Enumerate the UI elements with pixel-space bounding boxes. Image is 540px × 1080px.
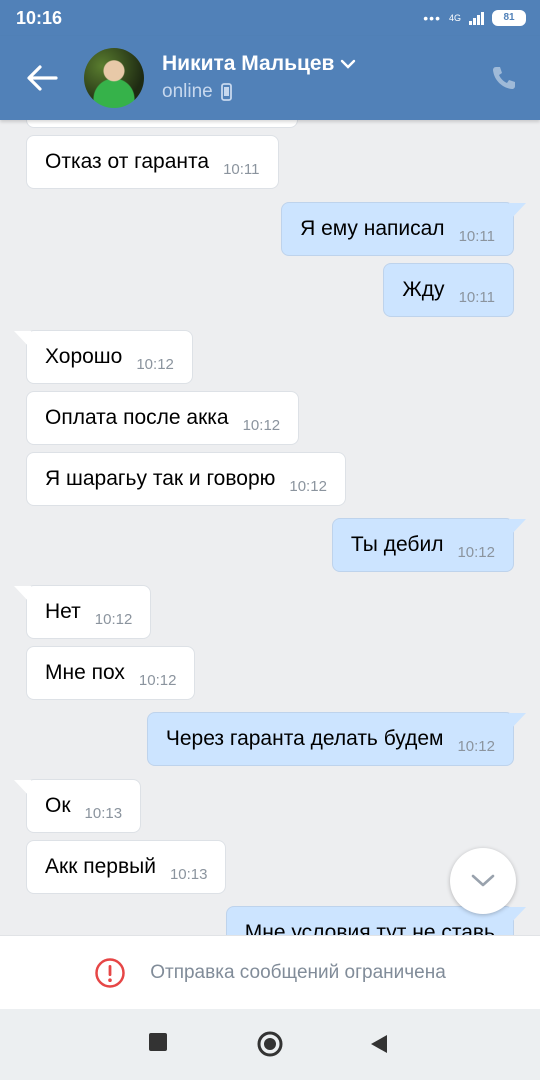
message-time: 10:12 [242, 416, 281, 434]
message-time: 10:12 [289, 477, 327, 495]
notification-dots-icon: ••• [423, 10, 441, 26]
chevron-down-icon [471, 874, 495, 887]
message-time: 10:12 [138, 671, 177, 689]
message-bubble[interactable]: Отказ от гаранта 10:11 [26, 135, 279, 189]
bubble-tail [14, 780, 31, 798]
avatar[interactable] [84, 48, 144, 108]
presence-status: online [162, 81, 232, 103]
message-bubble[interactable]: Я ему написал 10:11 [281, 202, 526, 256]
message-time: 10:13 [169, 865, 208, 883]
chat-header: Никита Мальцев online [0, 36, 540, 120]
message-bubble[interactable]: Нет 10:12 [14, 585, 152, 639]
message-time: 10:12 [94, 610, 133, 628]
message-time: 10:12 [457, 737, 495, 755]
presence-label: online [162, 81, 213, 102]
system-navigation-bar [0, 1008, 540, 1080]
mobile-device-icon [220, 83, 232, 101]
message-time: 10:11 [458, 288, 495, 306]
back-triangle-icon[interactable] [370, 1034, 388, 1054]
message-time: 10:11 [458, 227, 495, 245]
status-icons: ••• 4G 81 [423, 8, 526, 28]
message-bubble[interactable]: Ок 10:13 [14, 779, 142, 833]
message-text: Мне пох [45, 661, 125, 684]
recents-square-icon[interactable] [148, 1032, 168, 1052]
message-text: Мне условия тут не ставь [244, 921, 495, 935]
message-text: Акк первый [45, 855, 156, 878]
status-time: 10:16 [16, 8, 63, 28]
bubble-tail [14, 331, 31, 349]
home-circle-icon[interactable] [256, 1030, 284, 1058]
message-text: Я ему написал [300, 217, 445, 240]
bubble-tail [509, 203, 526, 221]
message-text: Жду [402, 278, 445, 301]
message-bubble[interactable]: Мне пох 10:12 [26, 646, 196, 700]
message-text: Оплата после акка [45, 406, 229, 429]
message-text: Ок [45, 794, 71, 817]
message-bubble[interactable]: Я шарагьу так и говорю 10:12 [26, 452, 346, 506]
contact-name[interactable]: Никита Мальцев [162, 52, 356, 76]
scroll-to-bottom-button[interactable] [450, 848, 516, 914]
bubble-tail [14, 586, 31, 604]
message-time: 10:11 [223, 160, 260, 178]
network-type: 4G [448, 12, 461, 23]
message-text: Отказ от гаранта [45, 150, 210, 173]
message-bubble[interactable]: Оплата после акка 10:12 [26, 391, 300, 445]
message-text: Через гаранта делать будем [165, 727, 444, 750]
alert-icon [95, 957, 125, 988]
message-time: 10:12 [457, 543, 495, 561]
message-time: 10:13 [84, 804, 123, 822]
restriction-notice: Отправка сообщений ограничена [150, 961, 446, 983]
chevron-down-icon [341, 59, 356, 69]
message-bubble[interactable]: Хорошо 10:12 [14, 330, 193, 384]
message-text: Хорошо [45, 345, 123, 368]
message-text: Нет [45, 600, 81, 623]
phone-call-icon[interactable] [490, 64, 518, 92]
status-bar: 10:16 ••• 4G 81 [0, 0, 540, 36]
message-list[interactable]: Отказ от гаранта 10:11 Я ему написал 10:… [0, 120, 540, 935]
bubble-tail [509, 907, 526, 925]
message-bubble[interactable]: Через гаранта делать будем 10:12 [146, 712, 526, 766]
battery-icon: 81 [492, 10, 526, 26]
bubble-tail [509, 713, 526, 731]
message-bubble-partial[interactable] [26, 120, 298, 128]
messaging-restricted-bar: Отправка сообщений ограничена [0, 935, 540, 1009]
message-bubble[interactable]: Жду 10:11 [383, 263, 514, 317]
bubble-tail [509, 519, 526, 537]
message-bubble[interactable]: Ты дебил 10:12 [331, 518, 526, 572]
contact-name-label: Никита Мальцев [162, 52, 335, 75]
message-bubble[interactable]: Акк первый 10:13 [26, 840, 227, 894]
message-time: 10:12 [136, 355, 174, 373]
message-text: Ты дебил [350, 533, 444, 556]
signal-icon [469, 11, 484, 25]
back-arrow-icon[interactable] [22, 60, 62, 96]
message-text: Я шарагьу так и говорю [45, 467, 276, 490]
